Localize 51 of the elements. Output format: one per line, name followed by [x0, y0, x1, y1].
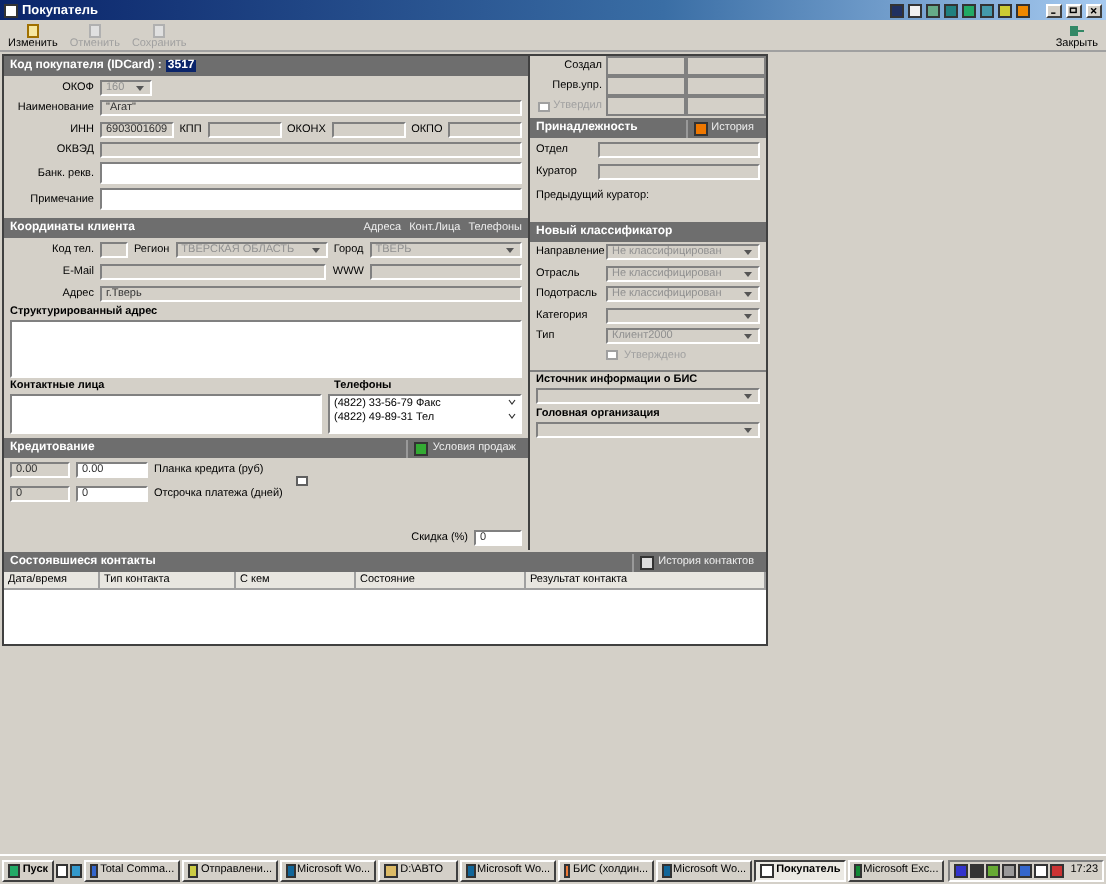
input-field[interactable] [448, 121, 522, 137]
input-field[interactable] [100, 162, 522, 184]
door-icon [1068, 24, 1085, 38]
table-cell [686, 56, 766, 76]
app-icon [384, 863, 399, 877]
input-field[interactable] [370, 263, 522, 279]
dropdown[interactable] [536, 388, 760, 404]
input-field[interactable] [100, 142, 522, 158]
table-cell [686, 96, 766, 116]
app-icon [760, 863, 775, 877]
input-field[interactable] [598, 141, 760, 157]
app-icon [286, 863, 296, 877]
input-field[interactable] [207, 121, 282, 137]
caret-icon [134, 81, 146, 93]
app-icon [564, 863, 571, 877]
app-icon [854, 863, 862, 877]
caret-icon [742, 267, 754, 280]
window-icon [4, 3, 18, 17]
caret-icon [742, 424, 754, 436]
input-field[interactable] [100, 188, 522, 210]
document-icon [87, 24, 102, 38]
dropdown[interactable] [606, 307, 760, 324]
caret-icon [309, 243, 322, 255]
app-icon [662, 863, 672, 877]
dropdown[interactable] [536, 422, 760, 438]
input-field[interactable] [598, 163, 760, 179]
checkbox[interactable] [296, 476, 308, 486]
caret-icon [504, 243, 516, 255]
caret-icon [742, 288, 754, 301]
caret-icon [742, 330, 754, 343]
app-icon [188, 863, 199, 877]
document-icon [152, 24, 167, 38]
table-cell [606, 56, 686, 76]
caret-icon [742, 390, 754, 402]
table-cell [606, 96, 686, 116]
input-field[interactable] [100, 241, 128, 257]
input-field[interactable] [100, 263, 327, 279]
document-icon [25, 24, 40, 38]
contacts-list[interactable] [10, 394, 322, 434]
text-area[interactable] [10, 320, 522, 378]
table-cell [606, 76, 686, 96]
app-icon [693, 121, 708, 135]
minimize-icon[interactable] [1046, 3, 1062, 17]
input-field[interactable] [331, 121, 406, 137]
table-cell [686, 76, 766, 96]
app-icon [466, 863, 476, 877]
maximize-icon[interactable] [1066, 3, 1082, 17]
caret-icon [742, 309, 754, 322]
app-icon [414, 441, 429, 455]
caret-icon [742, 246, 754, 259]
close-icon[interactable] [1086, 3, 1102, 17]
